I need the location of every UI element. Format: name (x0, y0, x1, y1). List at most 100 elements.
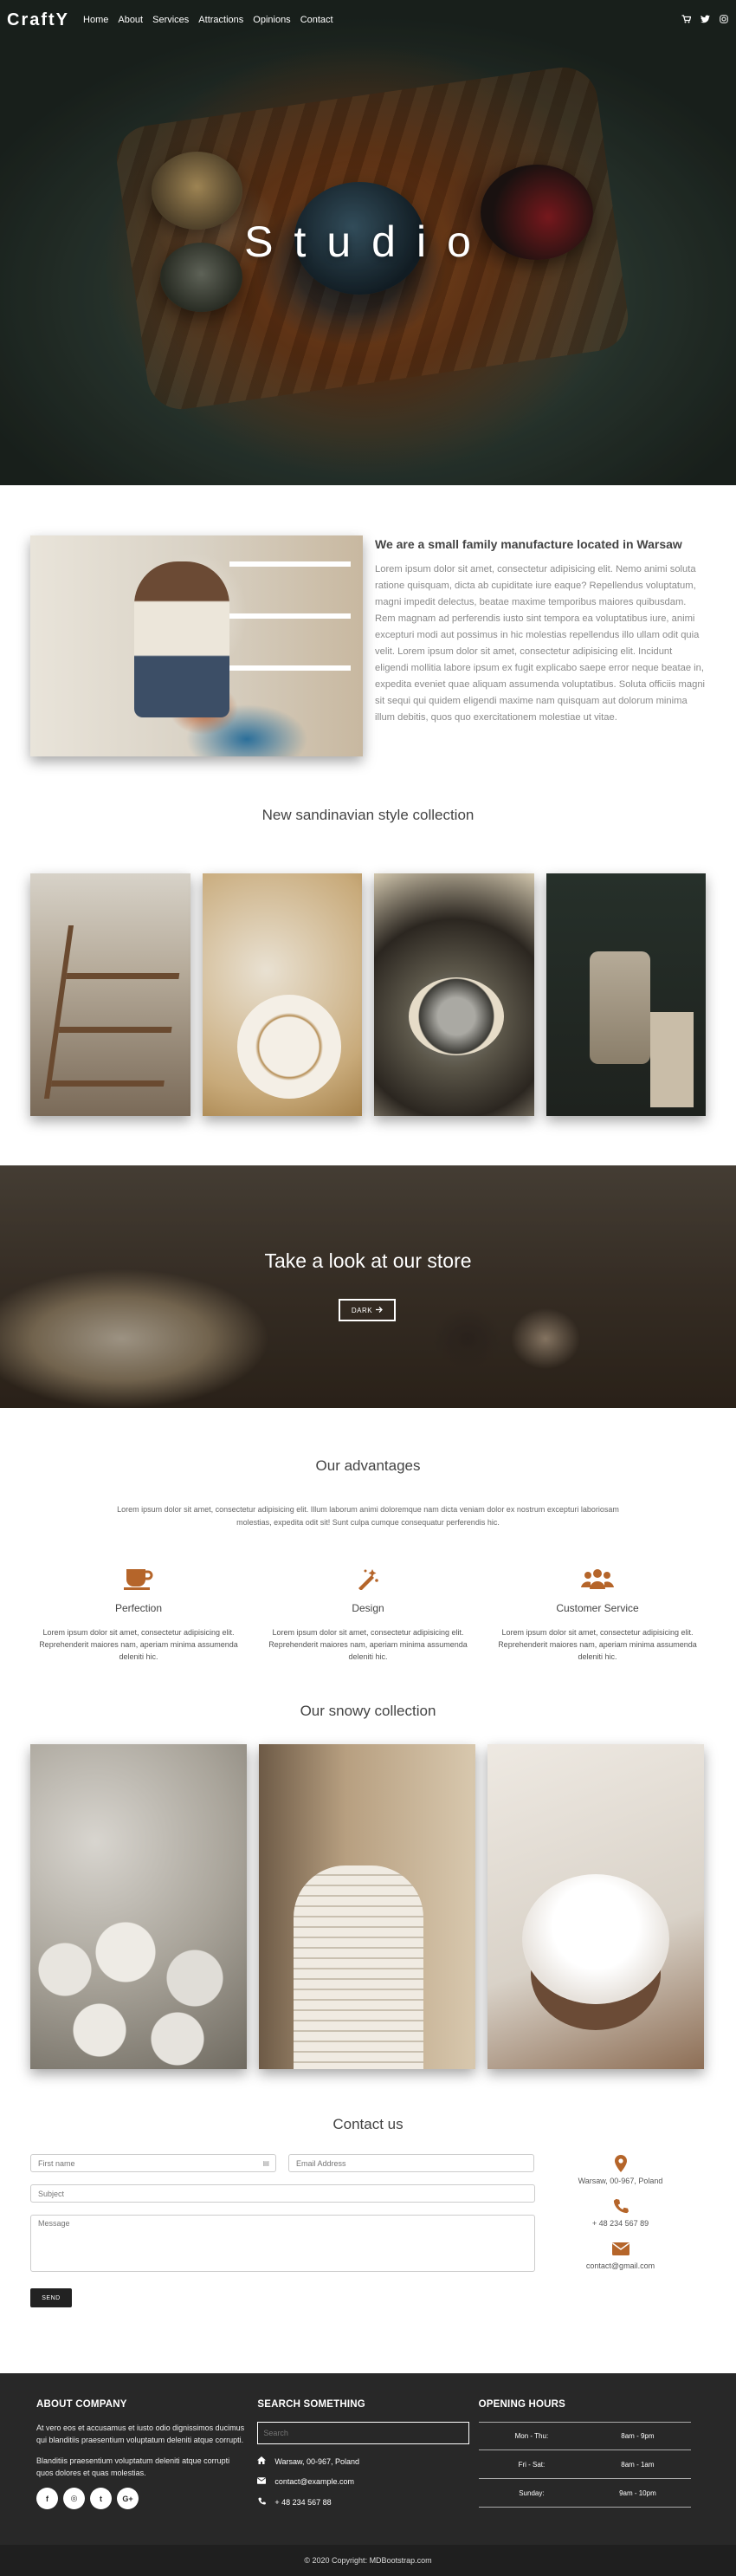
footer-about-text: At vero eos et accusamus et iusto odio d… (36, 2424, 245, 2444)
footer-phone-text: + 48 234 567 88 (274, 2497, 332, 2507)
hours-time: 8am - 1am (621, 2460, 655, 2469)
snowy-gallery (0, 1744, 736, 2069)
collection-image-shelf[interactable] (30, 873, 190, 1116)
dribbble-icon[interactable]: ◎ (63, 2488, 85, 2509)
contact-section: ▤ SEND Warsaw, 00-967, Poland + 48 234 5… (0, 2154, 736, 2307)
snowy-image-cups[interactable] (30, 1744, 247, 2069)
footer-address-text: Warsaw, 00-967, Poland (274, 2456, 360, 2466)
google-plus-icon[interactable]: G+ (117, 2488, 139, 2509)
email-wrapper (288, 2154, 534, 2172)
envelope-icon (257, 2477, 267, 2486)
nav-link-services[interactable]: Services (152, 15, 189, 25)
footer: ABOUT COMPANY At vero eos et accusamus e… (0, 2373, 736, 2576)
envelope-icon (535, 2239, 706, 2258)
collection-image-plates[interactable] (374, 873, 534, 1116)
form-row (30, 2184, 535, 2203)
hours-time: 9am - 10pm (619, 2488, 656, 2497)
home-icon (257, 2456, 267, 2466)
message-field[interactable] (30, 2215, 535, 2272)
contact-info: Warsaw, 00-967, Poland + 48 234 567 89 c… (535, 2154, 706, 2307)
nav-icons (681, 14, 729, 26)
contact-address-text: Warsaw, 00-967, Poland (578, 2177, 663, 2185)
hours-day: Fri - Sat: (518, 2460, 546, 2469)
instagram-icon[interactable] (719, 14, 729, 26)
about-paragraph: Lorem ipsum dolor sit amet, consectetur … (375, 564, 706, 723)
potter-figure (134, 561, 229, 717)
contact-email: contact@gmail.com (535, 2239, 706, 2270)
advantage-perfection: Perfection Lorem ipsum dolor sit amet, c… (30, 1567, 247, 1663)
hours-row: Mon - Thu: 8am - 9pm (478, 2422, 691, 2450)
advantage-customer-service: Customer Service Lorem ipsum dolor sit a… (489, 1567, 706, 1663)
collection-gallery (0, 873, 736, 1116)
cart-icon[interactable] (681, 14, 691, 26)
footer-search: SEARCH SOMETHING Warsaw, 00-967, Poland … (257, 2399, 478, 2545)
contact-title: Contact us (332, 2116, 404, 2132)
footer-email: contact@example.com (257, 2477, 478, 2486)
hours-row: Sunday: 9am - 10pm (478, 2479, 691, 2508)
send-button[interactable]: SEND (30, 2288, 72, 2307)
store-button[interactable]: DARK (339, 1299, 396, 1321)
advantage-title: Perfection (114, 1602, 163, 1614)
hero-section: CraftY Home About Services Attractions O… (0, 0, 736, 485)
brand-logo[interactable]: CraftY (7, 10, 69, 30)
phone-icon (535, 2196, 706, 2216)
footer-about-company: ABOUT COMPANY At vero eos et accusamus e… (36, 2399, 257, 2545)
footer-socials: f ◎ t G+ (36, 2488, 257, 2509)
snowy-image-bowl[interactable] (487, 1744, 704, 2069)
about-section: We are a small family manufacture locate… (0, 485, 736, 756)
footer-search-input[interactable] (257, 2422, 470, 2444)
advantage-text: Lorem ipsum dolor sit amet, consectetur … (498, 1628, 697, 1661)
about-heading: We are a small family manufacture locate… (375, 537, 682, 551)
store-title: Take a look at our store (264, 1249, 472, 1272)
footer-hours-heading: OPENING HOURS (478, 2399, 566, 2410)
form-row: ▤ (30, 2154, 535, 2172)
footer-main: ABOUT COMPANY At vero eos et accusamus e… (0, 2373, 736, 2545)
phone-icon (257, 2497, 266, 2507)
nav-link-about[interactable]: About (118, 15, 143, 25)
about-image (30, 535, 363, 756)
footer-phone: + 48 234 567 88 (257, 2497, 478, 2507)
snowy-title: Our snowy collection (300, 1703, 436, 1719)
footer-hours: OPENING HOURS Mon - Thu: 8am - 9pm Fri -… (478, 2399, 700, 2545)
coffee-icon (30, 1567, 247, 1590)
advantages-intro: Lorem ipsum dolor sit amet, consectetur … (117, 1505, 619, 1527)
id-card-icon: ▤ (262, 2159, 269, 2167)
email-field[interactable] (288, 2154, 534, 2172)
hours-day: Sunday: (519, 2488, 545, 2497)
advantages-columns: Perfection Lorem ipsum dolor sit amet, c… (0, 1567, 736, 1663)
nav-link-contact[interactable]: Contact (300, 15, 333, 25)
hours-table: Mon - Thu: 8am - 9pm Fri - Sat: 8am - 1a… (478, 2422, 691, 2508)
nav-link-opinions[interactable]: Opinions (253, 15, 290, 25)
advantages-title: Our advantages (315, 1457, 421, 1474)
advantage-design: Design Lorem ipsum dolor sit amet, conse… (260, 1567, 476, 1663)
navbar: CraftY Home About Services Attractions O… (0, 0, 736, 40)
nav-links: Home About Services Attractions Opinions… (83, 15, 333, 25)
advantage-title: Customer Service (556, 1602, 639, 1614)
store-banner: Take a look at our store DARK (0, 1165, 736, 1408)
contact-phone-text: + 48 234 567 89 (591, 2219, 649, 2228)
store-button-label: DARK (351, 1306, 373, 1314)
footer-address: Warsaw, 00-967, Poland (257, 2456, 478, 2466)
twitter-icon[interactable] (700, 15, 710, 26)
hero-title: Studio (244, 217, 492, 266)
hours-row: Fri - Sat: 8am - 1am (478, 2450, 691, 2479)
collection-image-cups[interactable] (202, 873, 362, 1116)
collection-image-jug[interactable] (546, 873, 706, 1116)
advantage-title: Design (352, 1602, 384, 1614)
nav-link-attractions[interactable]: Attractions (198, 15, 243, 25)
first-name-field[interactable] (30, 2154, 276, 2172)
nav-link-home[interactable]: Home (83, 15, 108, 25)
magic-icon (260, 1567, 476, 1590)
contact-phone: + 48 234 567 89 (535, 2196, 706, 2228)
users-icon (489, 1567, 706, 1590)
twitter-icon[interactable]: t (90, 2488, 112, 2509)
hours-time: 8am - 9pm (621, 2432, 655, 2440)
contact-email-text: contact@gmail.com (585, 2261, 655, 2270)
footer-about-heading: ABOUT COMPANY (36, 2399, 127, 2410)
advantage-text: Lorem ipsum dolor sit amet, consectetur … (39, 1628, 238, 1661)
store-overlay (0, 1165, 736, 1408)
snowy-image-plates[interactable] (259, 1744, 475, 2069)
subject-field[interactable] (30, 2184, 535, 2203)
facebook-icon[interactable]: f (36, 2488, 58, 2509)
shelf-detail (229, 561, 351, 567)
